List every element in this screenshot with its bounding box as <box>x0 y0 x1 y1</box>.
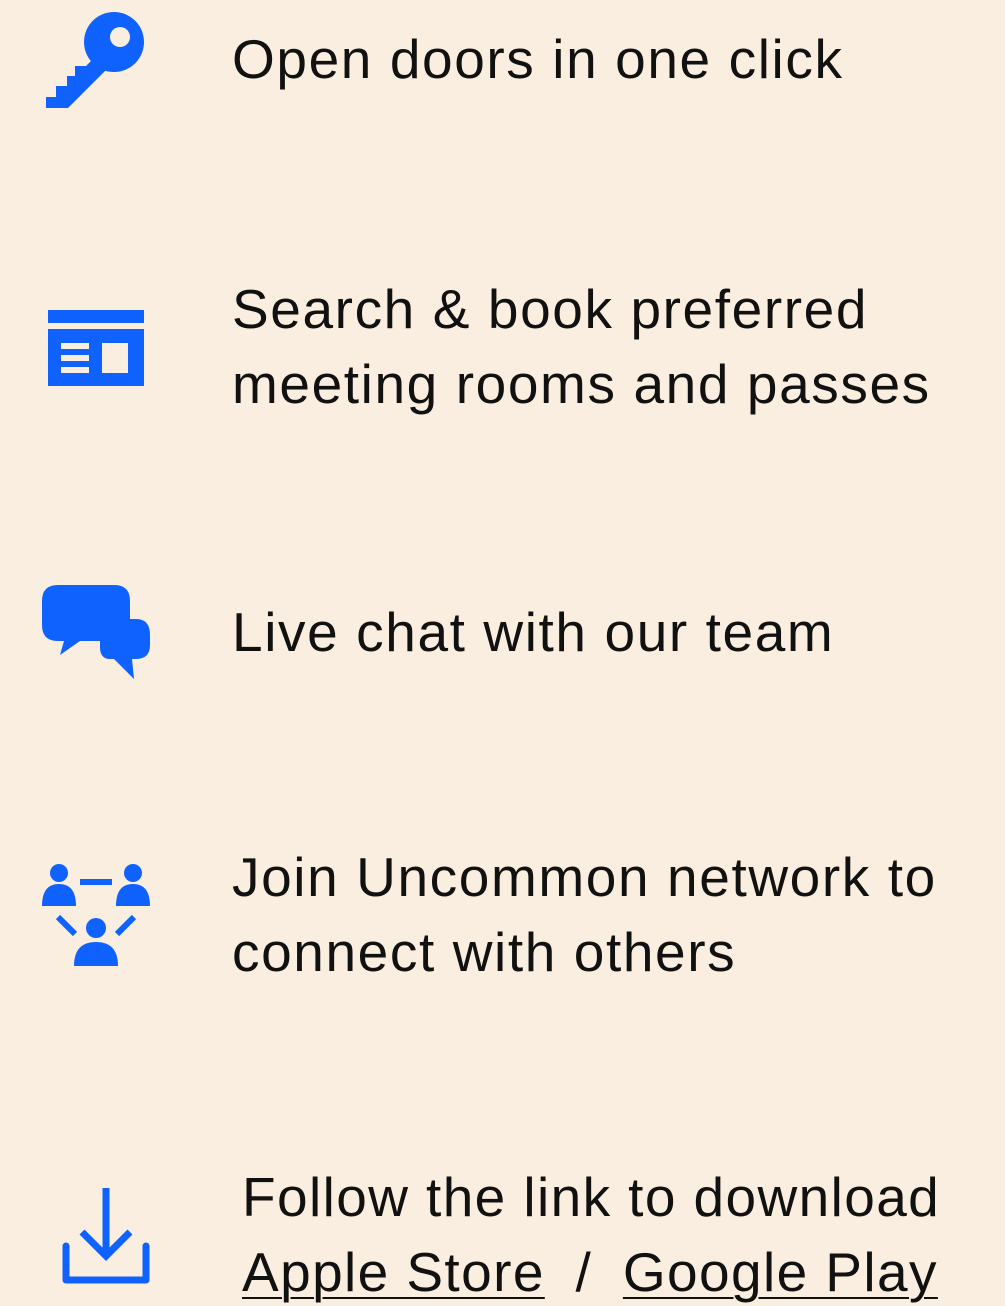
chat-bubbles-icon <box>42 585 152 681</box>
feature-open-doors-text: Open doors in one click <box>232 28 844 90</box>
network-people-icon <box>40 862 152 968</box>
feature-live-chat-text: Live chat with our team <box>232 601 835 663</box>
apple-store-link[interactable]: Apple Store <box>242 1241 545 1303</box>
google-play-link[interactable]: Google Play <box>623 1241 938 1303</box>
download-icon <box>62 1186 150 1286</box>
download-text: Follow the link to download Apple Store … <box>242 1160 940 1306</box>
feature-network-text: Join Uncommon network to connect with ot… <box>232 846 937 983</box>
key-icon <box>46 10 146 110</box>
feature-search-book-text: Search & book preferred meeting rooms an… <box>232 278 931 415</box>
booking-card-icon <box>48 310 144 386</box>
download-links: Apple Store / Google Play <box>242 1235 940 1306</box>
link-separator: / <box>575 1241 593 1303</box>
